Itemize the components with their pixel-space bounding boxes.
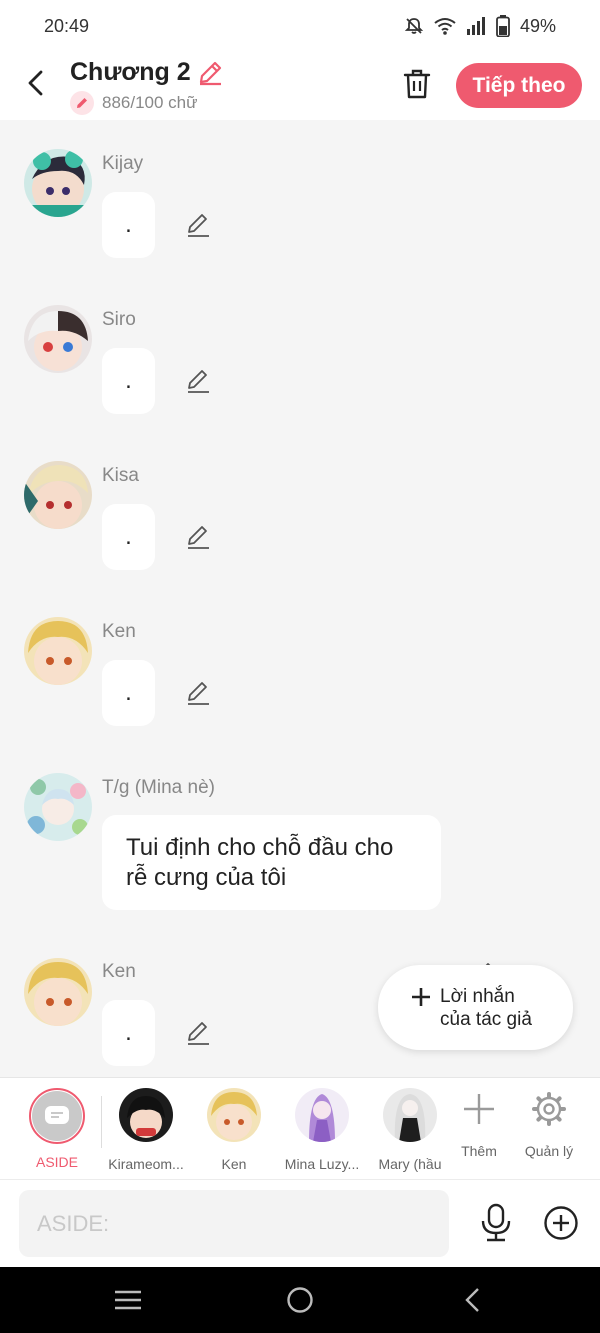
sender-name: Ken	[102, 961, 136, 982]
character-label: Ken	[221, 1156, 247, 1172]
message-bubble[interactable]: .	[102, 504, 155, 570]
avatar[interactable]	[24, 305, 92, 373]
status-icons: 49%	[404, 15, 556, 37]
chat-message: Kisa .	[0, 461, 600, 601]
author-note-button[interactable]: Lời nhắn của tác giả	[378, 965, 573, 1050]
header: Chương 2 886/100 chữ Tiếp theo	[0, 52, 600, 120]
input-bar	[0, 1179, 600, 1267]
avatar	[207, 1088, 261, 1142]
signal-icon	[466, 17, 485, 35]
battery-percent: 49%	[519, 15, 556, 36]
chat-message: Kijay .	[0, 149, 600, 289]
chat-message: T/g (Mina nè) Tui định cho chỗ đầu cho r…	[0, 773, 600, 986]
character-kirameom[interactable]: Kirameom...	[106, 1088, 186, 1172]
chat-message: Ken .	[0, 617, 600, 757]
edit-message-icon[interactable]	[185, 680, 211, 706]
character-label: Mary (hầu	[378, 1156, 442, 1172]
message-bubble[interactable]: .	[102, 660, 155, 726]
sender-name: Siro	[102, 309, 136, 330]
sender-name: Ken	[102, 621, 136, 642]
chapter-title: Chương 2	[70, 58, 191, 86]
edit-message-icon[interactable]	[185, 368, 211, 394]
chat-area[interactable]: Kijay . Siro . Kisa . Ken . T/g (Mina nè…	[0, 120, 600, 1077]
character-label: Quản lý	[524, 1143, 574, 1159]
avatar[interactable]	[24, 149, 92, 217]
avatar[interactable]	[24, 461, 92, 529]
status-bar: 20:49 49%	[0, 0, 600, 52]
message-input[interactable]	[19, 1190, 449, 1257]
author-note-label: Lời nhắn của tác giả	[440, 985, 532, 1030]
menu-icon[interactable]	[113, 1285, 143, 1315]
message-bubble[interactable]: .	[102, 192, 155, 258]
avatar[interactable]	[24, 773, 92, 841]
character-bar: ASIDE Kirameom... Ken Mina Luzy... Mary …	[0, 1077, 600, 1179]
character-label: Kirameom...	[108, 1156, 184, 1172]
wifi-icon	[434, 18, 456, 35]
character-ken[interactable]: Ken	[194, 1088, 274, 1172]
edit-title-icon[interactable]	[197, 60, 223, 86]
character-label: Thêm	[461, 1143, 497, 1159]
sender-name: T/g (Mina nè)	[102, 777, 215, 798]
message-bubble[interactable]: Tui định cho chỗ đầu cho rễ cưng của tôi	[102, 815, 441, 910]
pencil-icon	[70, 91, 94, 115]
character-mina[interactable]: Mina Luzy...	[282, 1088, 362, 1172]
trash-icon	[403, 69, 431, 99]
back-button[interactable]	[20, 68, 50, 98]
sender-name: Kisa	[102, 465, 139, 486]
avatar	[295, 1088, 349, 1142]
manage-button[interactable]: Quản lý	[513, 1088, 585, 1159]
gear-icon	[532, 1092, 566, 1126]
message-bubble[interactable]: .	[102, 1000, 155, 1066]
character-label: Mina Luzy...	[284, 1156, 360, 1172]
sender-name: Kijay	[102, 153, 144, 174]
plus-icon	[464, 1094, 494, 1124]
avatar[interactable]	[24, 958, 92, 1026]
avatar	[383, 1088, 437, 1142]
edit-message-icon[interactable]	[185, 524, 211, 550]
status-time: 20:49	[44, 15, 90, 36]
delete-button[interactable]	[400, 66, 434, 102]
message-bubble[interactable]: .	[102, 348, 155, 414]
avatar[interactable]	[24, 617, 92, 685]
edit-message-icon[interactable]	[185, 1020, 211, 1046]
title-block: Chương 2 886/100 chữ	[70, 58, 223, 115]
character-aside[interactable]: ASIDE	[17, 1088, 97, 1170]
microphone-icon[interactable]	[478, 1203, 514, 1243]
word-count: 886/100 chữ	[102, 93, 198, 112]
chevron-left-icon	[28, 70, 43, 96]
home-icon[interactable]	[285, 1285, 315, 1315]
character-mary[interactable]: Mary (hầu	[370, 1088, 450, 1172]
character-label: ASIDE	[35, 1154, 78, 1170]
divider	[101, 1096, 102, 1148]
system-nav-bar	[0, 1267, 600, 1333]
chat-message: Siro .	[0, 305, 600, 445]
comment-icon	[32, 1091, 82, 1141]
add-character-button[interactable]: Thêm	[444, 1088, 514, 1159]
bell-off-icon	[404, 18, 424, 34]
back-icon[interactable]	[458, 1285, 488, 1315]
next-button[interactable]: Tiếp theo	[456, 63, 582, 108]
edit-message-icon[interactable]	[185, 212, 211, 238]
avatar	[119, 1088, 173, 1142]
add-circle-icon[interactable]	[543, 1205, 579, 1241]
battery-icon	[496, 15, 510, 37]
plus-icon	[412, 987, 430, 1006]
